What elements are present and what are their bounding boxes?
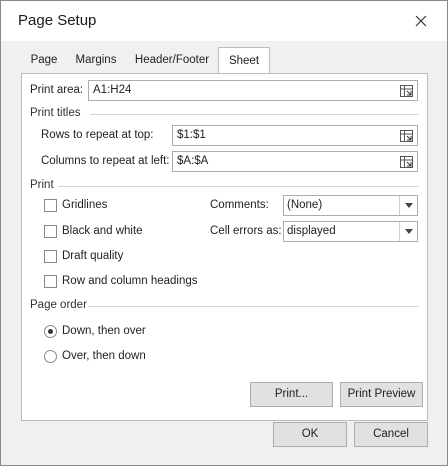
tab-margins[interactable]: Margins: [67, 49, 125, 72]
rows-repeat-field[interactable]: $1:$1: [172, 125, 418, 146]
comments-value: (None): [287, 199, 323, 211]
divider: [90, 114, 419, 115]
chevron-down-icon[interactable]: [399, 196, 417, 215]
print-header: Print: [30, 179, 54, 191]
range-picker-icon[interactable]: [397, 82, 416, 99]
tab-header-footer[interactable]: Header/Footer: [126, 49, 218, 72]
black-and-white-label: Black and white: [62, 225, 143, 237]
chevron-down-icon[interactable]: [399, 222, 417, 241]
columns-repeat-value: $A:$A: [177, 155, 209, 167]
rows-repeat-value: $1:$1: [177, 129, 206, 141]
over-then-down-radio[interactable]: [44, 350, 57, 363]
tab-sheet[interactable]: Sheet: [218, 47, 270, 73]
tab-page[interactable]: Page: [22, 49, 66, 72]
title-bar: Page Setup: [1, 1, 447, 41]
row-col-headings-checkbox[interactable]: [44, 275, 57, 288]
print-area-field[interactable]: A1:H24: [88, 80, 418, 101]
divider: [88, 306, 419, 307]
rows-repeat-label: Rows to repeat at top:: [41, 129, 154, 141]
down-then-over-radio[interactable]: [44, 325, 57, 338]
sheet-tab-panel: Print area: A1:H24 Print titles Rows to …: [21, 73, 428, 421]
page-setup-dialog: Page Setup Page Margins Header/Footer Sh…: [0, 0, 448, 466]
divider: [58, 186, 419, 187]
draft-quality-checkbox[interactable]: [44, 250, 57, 263]
page-order-header: Page order: [30, 299, 87, 311]
print-preview-button[interactable]: Print Preview: [340, 382, 423, 407]
range-picker-icon[interactable]: [397, 127, 416, 144]
down-then-over-label: Down, then over: [62, 325, 146, 337]
gridlines-checkbox[interactable]: [44, 199, 57, 212]
cell-errors-label: Cell errors as:: [210, 225, 282, 237]
cancel-button[interactable]: Cancel: [354, 422, 428, 447]
comments-select[interactable]: (None): [283, 195, 418, 216]
over-then-down-label: Over, then down: [62, 350, 146, 362]
draft-quality-label: Draft quality: [62, 250, 124, 262]
columns-repeat-label: Columns to repeat at left:: [41, 155, 170, 167]
cell-errors-value: displayed: [287, 225, 336, 237]
cell-errors-select[interactable]: displayed: [283, 221, 418, 242]
dialog-title: Page Setup: [18, 12, 97, 29]
ok-button[interactable]: OK: [273, 422, 347, 447]
row-col-headings-label: Row and column headings: [62, 275, 198, 287]
print-button[interactable]: Print...: [250, 382, 333, 407]
print-area-label: Print area:: [30, 84, 84, 96]
columns-repeat-field[interactable]: $A:$A: [172, 151, 418, 172]
gridlines-label: Gridlines: [62, 199, 108, 211]
comments-label: Comments:: [210, 199, 269, 211]
range-picker-icon[interactable]: [397, 153, 416, 170]
close-icon[interactable]: [409, 9, 433, 33]
print-area-value: A1:H24: [93, 84, 132, 96]
print-titles-header: Print titles: [30, 107, 81, 119]
black-and-white-checkbox[interactable]: [44, 225, 57, 238]
